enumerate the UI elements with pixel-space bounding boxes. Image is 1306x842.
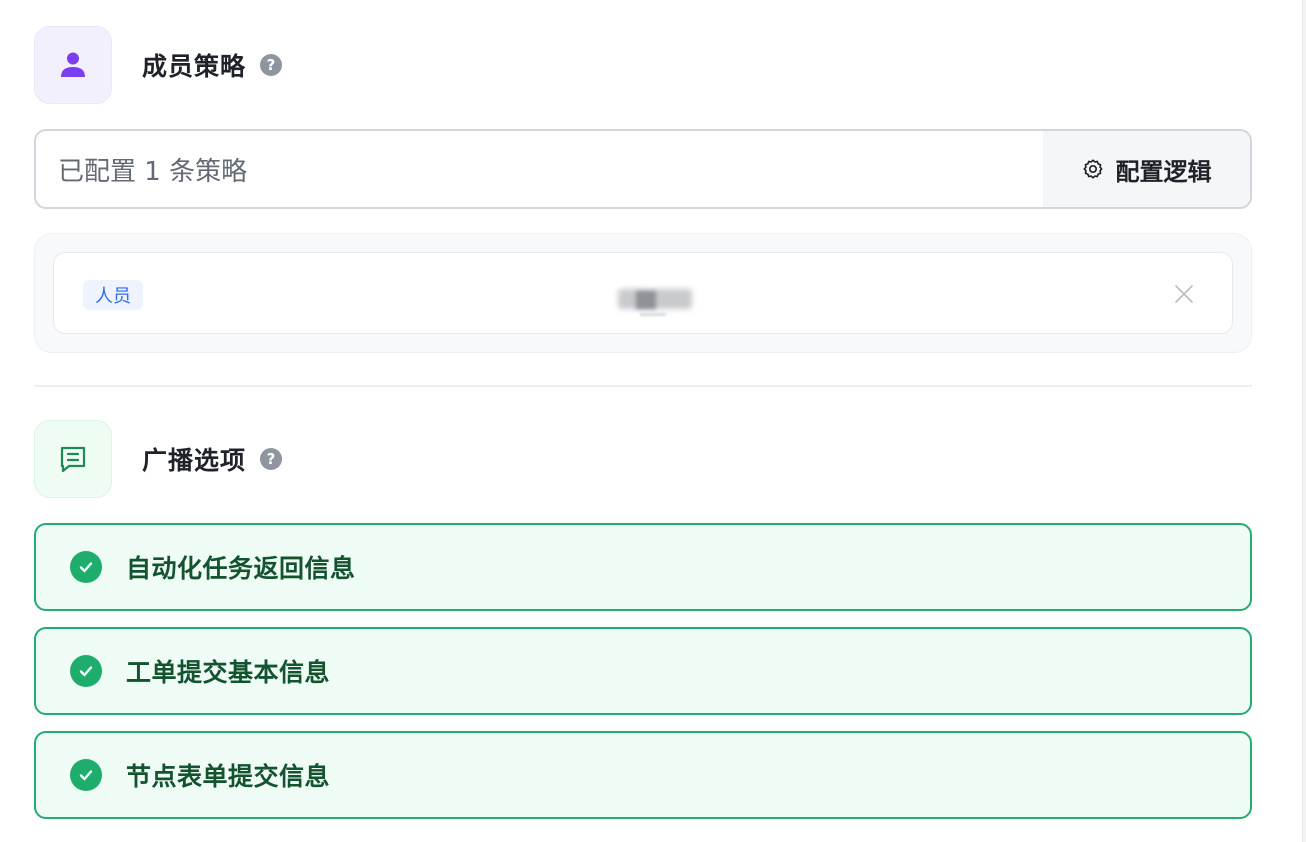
gear-icon xyxy=(1082,158,1104,180)
configure-logic-button[interactable]: 配置逻辑 xyxy=(1043,131,1250,207)
rule-value-redacted xyxy=(610,283,700,317)
rule-type-tag: 人员 xyxy=(83,280,143,310)
broadcast-config-panel: 成员策略 ? 已配置 1 条策略 配置逻辑 人员 广播选项 ? 自动化任务返回信… xyxy=(0,0,1306,842)
broadcast-option-automation[interactable]: 自动化任务返回信息 xyxy=(34,523,1252,611)
section-divider xyxy=(34,385,1252,387)
message-icon xyxy=(34,420,112,498)
member-policy-title: 成员策略 xyxy=(142,52,247,81)
option-label: 工单提交基本信息 xyxy=(126,658,331,687)
check-circle-icon xyxy=(70,759,102,791)
user-icon xyxy=(34,26,112,104)
broadcast-option-ticket[interactable]: 工单提交基本信息 xyxy=(34,627,1252,715)
configure-logic-label: 配置逻辑 xyxy=(1115,157,1212,186)
rule-list: 人员 xyxy=(34,233,1252,353)
broadcast-title: 广播选项 xyxy=(142,446,247,475)
member-policy-header: 成员策略 ? xyxy=(34,25,283,105)
close-icon[interactable] xyxy=(1174,284,1194,304)
check-circle-icon xyxy=(70,655,102,687)
option-label: 自动化任务返回信息 xyxy=(126,554,356,583)
help-icon[interactable]: ? xyxy=(260,448,283,470)
scrollbar-track[interactable] xyxy=(1302,0,1306,842)
policy-count-text: 已配置 1 条策略 xyxy=(58,156,248,187)
policy-summary-bar: 已配置 1 条策略 配置逻辑 xyxy=(34,129,1252,209)
broadcast-option-node-form[interactable]: 节点表单提交信息 xyxy=(34,731,1252,819)
help-icon[interactable]: ? xyxy=(260,54,283,76)
option-label: 节点表单提交信息 xyxy=(126,762,331,791)
check-circle-icon xyxy=(70,551,102,583)
broadcast-header: 广播选项 ? xyxy=(34,419,283,499)
rule-item: 人员 xyxy=(53,252,1233,334)
